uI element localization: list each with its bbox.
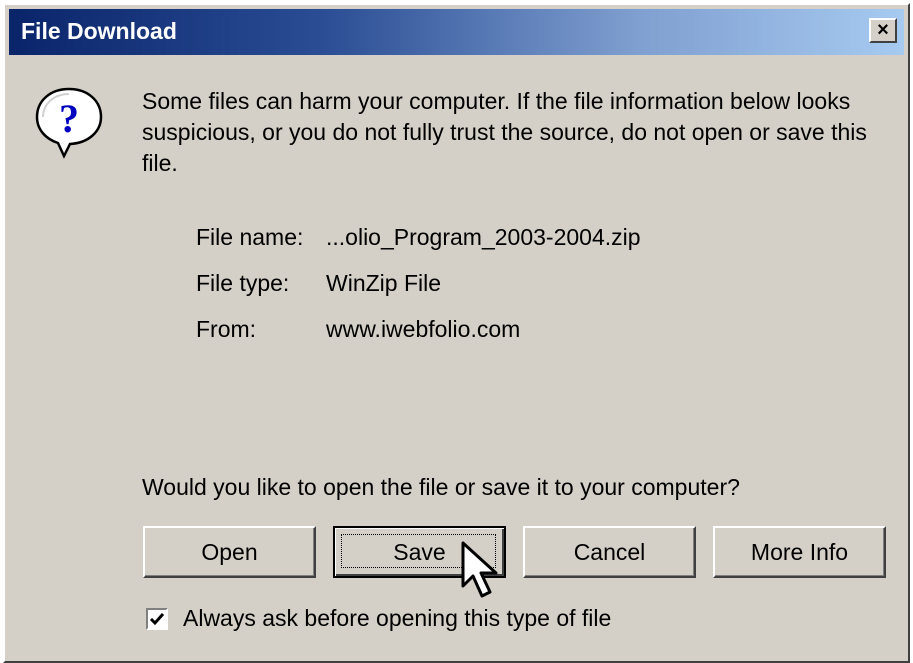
from-value: www.iwebfolio.com: [326, 316, 521, 342]
checkmark-icon: [149, 613, 165, 626]
always-ask-label[interactable]: Always ask before opening this type of f…: [183, 605, 611, 632]
download-question: Would you like to open the file or save …: [142, 474, 740, 500]
svg-text:?: ?: [59, 96, 79, 141]
from-label: From:: [196, 316, 257, 342]
close-icon: ×: [877, 19, 889, 41]
file-name-value: ...olio_Program_2003-2004.zip: [326, 224, 641, 250]
mouse-pointer-icon: [461, 541, 498, 598]
from-row: From: www.iwebfolio.com: [196, 316, 520, 343]
always-ask-checkbox[interactable]: [146, 608, 168, 630]
cancel-button[interactable]: Cancel: [523, 526, 696, 578]
dialog-title: File Download: [21, 18, 177, 44]
file-type-label: File type:: [196, 270, 290, 296]
more-info-button[interactable]: More Info: [713, 526, 886, 578]
close-button[interactable]: ×: [869, 18, 897, 43]
question-balloon-icon: ?: [35, 87, 103, 159]
file-name-row: File name: ...olio_Program_2003-2004.zip: [196, 224, 641, 251]
warning-text: Some files can harm your computer. If th…: [142, 88, 867, 176]
open-button[interactable]: Open: [143, 526, 316, 578]
title-bar[interactable]: File Download ×: [9, 9, 904, 55]
file-name-label: File name:: [196, 224, 304, 250]
file-type-row: File type: WinZip File: [196, 270, 441, 297]
file-type-value: WinZip File: [326, 270, 442, 296]
